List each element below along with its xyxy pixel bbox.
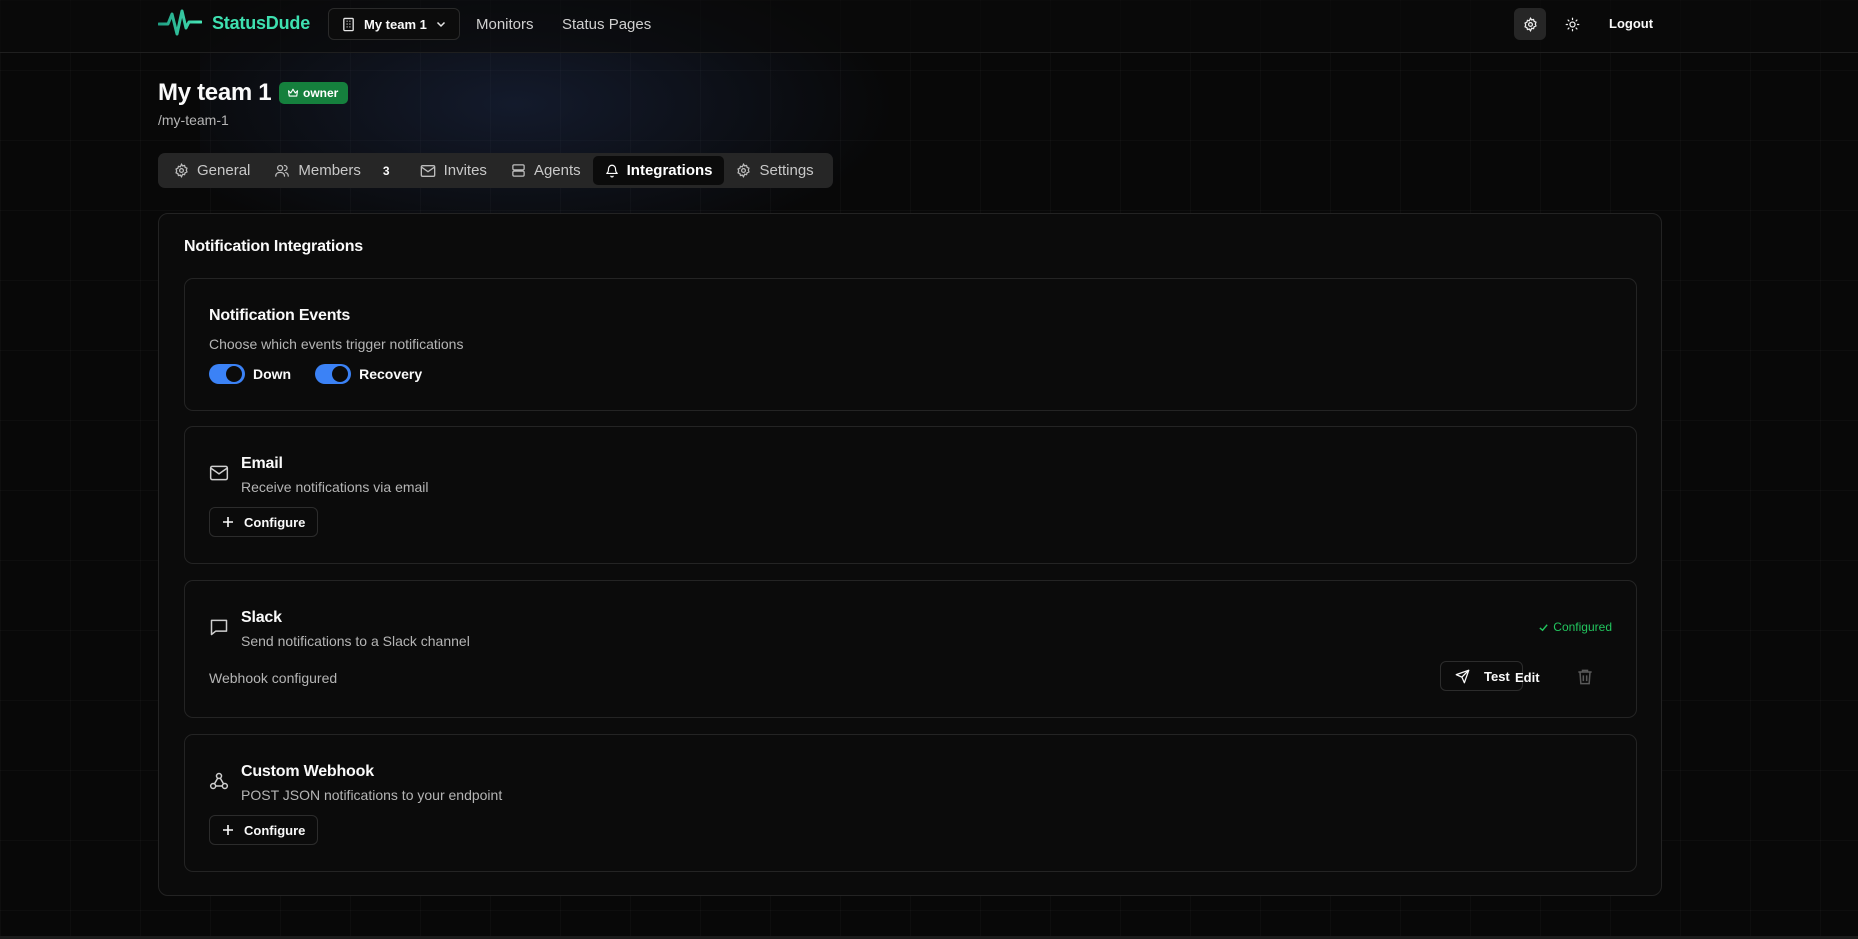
tab-general-label: General: [197, 162, 251, 179]
email-integration-card: Email Receive notifications via email Co…: [184, 426, 1637, 564]
webhook-configure-label: Configure: [244, 822, 306, 838]
slack-test-label: Test: [1484, 668, 1510, 684]
plus-icon: [223, 517, 233, 527]
slack-test-button[interactable]: Test: [1440, 661, 1523, 691]
chevron-down-icon: [436, 21, 446, 28]
slack-edit-button[interactable]: Edit: [1515, 670, 1540, 685]
email-title: Email: [241, 455, 283, 472]
trash-icon[interactable]: [1575, 667, 1595, 687]
bell-icon: [605, 164, 618, 178]
slack-webhook-text: Webhook configured: [209, 670, 338, 686]
pulse-logo-icon: [158, 9, 202, 36]
team-switcher[interactable]: My team 1: [328, 8, 460, 40]
building-icon: [343, 17, 354, 31]
webhook-title: Custom Webhook: [241, 763, 374, 780]
role-badge: owner: [279, 82, 349, 104]
tab-agents-label: Agents: [533, 162, 581, 179]
sun-icon: [1565, 17, 1579, 31]
tab-agents[interactable]: Agents: [499, 156, 593, 185]
check-icon: [1539, 623, 1548, 631]
events-title: Notification Events: [209, 307, 351, 324]
members-count-badge: 3: [382, 163, 390, 178]
slack-integration-card: Slack Send notifications to a Slack chan…: [184, 580, 1637, 718]
nav-monitors[interactable]: Monitors: [476, 16, 534, 33]
page-title: My team 1: [158, 79, 272, 106]
theme-toggle-button[interactable]: [1556, 8, 1588, 40]
tab-members[interactable]: Members 3: [262, 156, 401, 185]
gear-icon: [175, 163, 188, 178]
server-icon: [512, 164, 525, 177]
integrations-panel: Notification Integrations Notification E…: [158, 213, 1662, 896]
email-configure-button[interactable]: Configure: [209, 507, 319, 537]
slack-status-label: Configured: [1553, 620, 1612, 634]
mail-icon: [209, 465, 229, 481]
gear-icon: [737, 163, 751, 178]
team-switcher-label: My team 1: [364, 16, 427, 32]
team-slug: /my-team-1: [158, 112, 229, 128]
brand-name: StatusDude: [212, 12, 311, 33]
notification-events-card: Notification Events Choose which events …: [184, 278, 1637, 411]
tab-invites[interactable]: Invites: [408, 156, 499, 185]
tab-integrations[interactable]: Integrations: [592, 156, 725, 185]
settings-button[interactable]: [1514, 8, 1546, 40]
mail-icon: [420, 164, 435, 177]
tab-general[interactable]: General: [162, 156, 262, 185]
events-description: Choose which events trigger notification…: [209, 336, 464, 352]
slack-title: Slack: [241, 609, 282, 626]
role-badge-label: owner: [303, 86, 339, 100]
webhook-description: POST JSON notifications to your endpoint: [241, 787, 503, 803]
email-description: Receive notifications via email: [241, 479, 429, 495]
slack-status: Configured: [1538, 620, 1612, 634]
tab-integrations-label: Integrations: [626, 162, 713, 179]
webhook-icon: [209, 772, 229, 790]
message-square-icon: [210, 619, 228, 636]
down-toggle[interactable]: [209, 364, 245, 384]
logout-button[interactable]: Logout: [1609, 16, 1653, 31]
top-navbar: StatusDude My team 1 Monitors Status Pag…: [0, 0, 1858, 53]
users-icon: [275, 164, 290, 177]
down-toggle-label: Down: [253, 366, 292, 382]
gear-icon: [1523, 16, 1537, 32]
nav-status-pages[interactable]: Status Pages: [562, 16, 651, 33]
tab-settings-label: Settings: [759, 162, 814, 179]
email-configure-label: Configure: [244, 514, 306, 530]
event-toggles: Down Recovery: [209, 364, 446, 384]
webhook-configure-button[interactable]: Configure: [209, 815, 319, 845]
slack-description: Send notifications to a Slack channel: [241, 633, 470, 649]
section-title: Notification Integrations: [184, 238, 364, 255]
tab-invites-label: Invites: [443, 162, 487, 179]
plus-icon: [223, 825, 233, 835]
recovery-toggle[interactable]: [315, 364, 352, 384]
crown-icon: [287, 88, 299, 97]
webhook-integration-card: Custom Webhook POST JSON notifications t…: [184, 734, 1637, 872]
tab-members-label: Members: [298, 162, 361, 179]
tab-settings[interactable]: Settings: [724, 156, 825, 185]
brand-logo[interactable]: StatusDude: [158, 8, 310, 38]
team-tabs: General Members 3 Invites Agents Integra…: [158, 153, 833, 188]
send-icon: [1455, 669, 1470, 683]
recovery-toggle-label: Recovery: [359, 366, 423, 382]
